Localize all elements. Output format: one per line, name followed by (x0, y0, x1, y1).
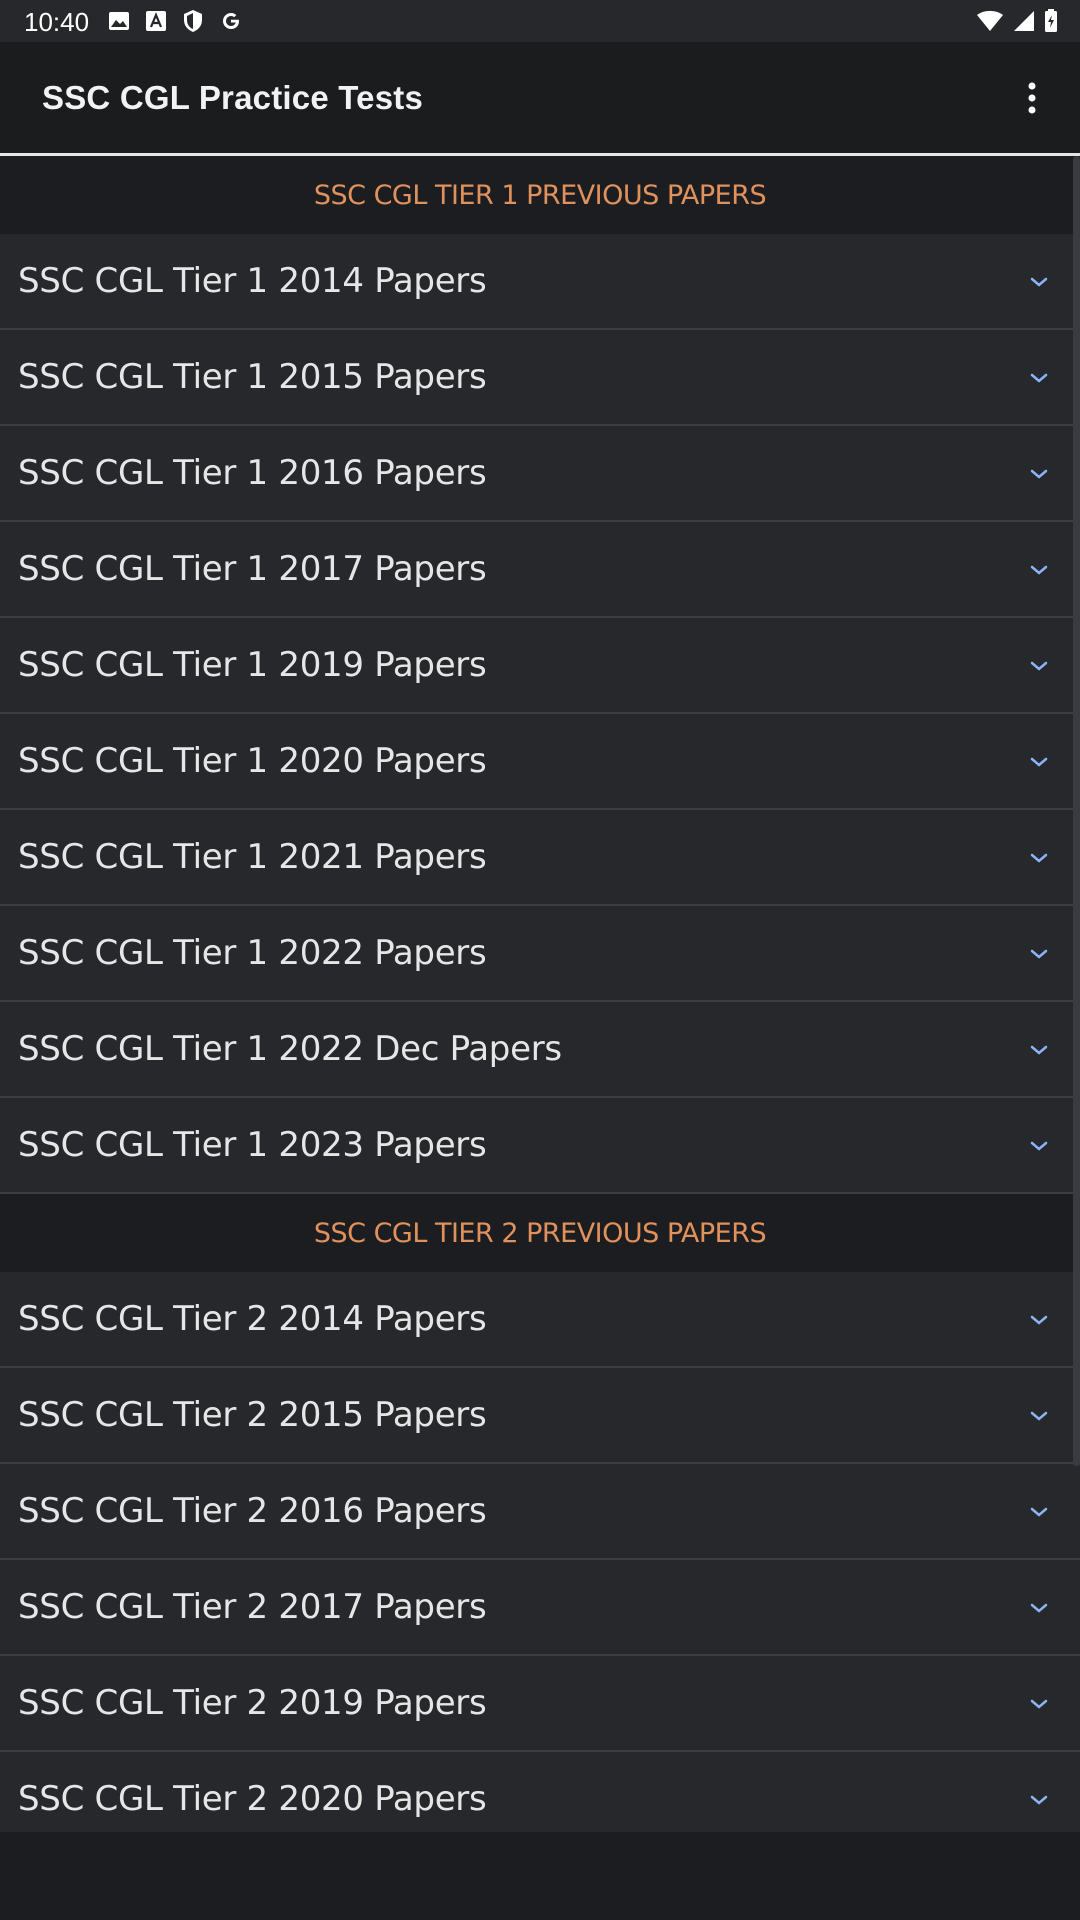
chevron-down-icon (1030, 1603, 1048, 1613)
chevron-down-icon (1030, 277, 1048, 287)
screen: 10:40 SSC CGL Practice Tests SSC CGL TIE… (0, 0, 1080, 1920)
list-item[interactable]: SSC CGL Tier 1 2020 Papers (0, 714, 1080, 810)
list-item[interactable]: SSC CGL Tier 1 2015 Papers (0, 330, 1080, 426)
list-item-label: SSC CGL Tier 2 2016 Papers (18, 1491, 487, 1531)
chevron-down-icon (1030, 1045, 1048, 1055)
papers-list: SSC CGL TIER 1 PREVIOUS PAPERS SSC CGL T… (0, 156, 1080, 1846)
list-item[interactable]: SSC CGL Tier 1 2022 Papers (0, 906, 1080, 1002)
chevron-down-icon (1030, 1141, 1048, 1151)
status-time: 10:40 (24, 7, 90, 37)
shield-icon (184, 10, 202, 32)
list-item[interactable]: SSC CGL Tier 2 2014 Papers (0, 1272, 1080, 1368)
list-item-label: SSC CGL Tier 1 2021 Papers (18, 837, 487, 877)
chevron-down-icon (1030, 1507, 1048, 1517)
list-item-label: SSC CGL Tier 2 2014 Papers (18, 1299, 487, 1339)
chevron-down-icon (1030, 373, 1048, 383)
list-item[interactable]: SSC CGL Tier 1 2014 Papers (0, 234, 1080, 330)
a-letter-icon (146, 11, 166, 31)
bottom-empty-area (0, 1832, 1080, 1920)
list-item[interactable]: SSC CGL Tier 2 2016 Papers (0, 1464, 1080, 1560)
list-item-label: SSC CGL Tier 1 2017 Papers (18, 549, 487, 589)
list-item[interactable]: SSC CGL Tier 1 2022 Dec Papers (0, 1002, 1080, 1098)
chevron-down-icon (1030, 1795, 1048, 1805)
chevron-down-icon (1030, 1315, 1048, 1325)
chevron-down-icon (1030, 565, 1048, 575)
list-item[interactable]: SSC CGL Tier 1 2021 Papers (0, 810, 1080, 906)
more-vert-icon (1028, 82, 1036, 114)
list-item-label: SSC CGL Tier 2 2015 Papers (18, 1395, 487, 1435)
list-item-label: SSC CGL Tier 1 2019 Papers (18, 645, 487, 685)
list-item-label: SSC CGL Tier 1 2015 Papers (18, 357, 487, 397)
status-bar: 10:40 (0, 0, 1080, 42)
list-item[interactable]: SSC CGL Tier 1 2019 Papers (0, 618, 1080, 714)
chevron-down-icon (1030, 469, 1048, 479)
chevron-down-icon (1030, 757, 1048, 767)
chevron-down-icon (1030, 949, 1048, 959)
chevron-down-icon (1030, 661, 1048, 671)
list-item-label: SSC CGL Tier 2 2019 Papers (18, 1683, 487, 1723)
signal-icon (1014, 11, 1034, 31)
list-item[interactable]: SSC CGL Tier 2 2019 Papers (0, 1656, 1080, 1752)
page-title: SSC CGL Practice Tests (42, 79, 423, 116)
chevron-down-icon (1030, 1411, 1048, 1421)
list-item-label: SSC CGL Tier 1 2020 Papers (18, 741, 487, 781)
list-item-label: SSC CGL Tier 1 2023 Papers (18, 1125, 487, 1165)
list-item-label: SSC CGL Tier 1 2022 Dec Papers (18, 1029, 562, 1069)
section-header-tier-2: SSC CGL TIER 2 PREVIOUS PAPERS (0, 1194, 1080, 1272)
list-item[interactable]: SSC CGL Tier 1 2016 Papers (0, 426, 1080, 522)
status-system-icons (967, 9, 1058, 33)
list-item[interactable]: SSC CGL Tier 1 2017 Papers (0, 522, 1080, 618)
list-item-label: SSC CGL Tier 1 2022 Papers (18, 933, 487, 973)
google-icon (223, 13, 239, 29)
list-item-label: SSC CGL Tier 1 2016 Papers (18, 453, 487, 493)
list-item[interactable]: SSC CGL Tier 2 2017 Papers (0, 1560, 1080, 1656)
status-notification-icons (108, 9, 258, 33)
app-bar: SSC CGL Practice Tests (0, 42, 1080, 154)
more-options-button[interactable] (984, 62, 1080, 134)
list-item[interactable]: SSC CGL Tier 2 2015 Papers (0, 1368, 1080, 1464)
section-header-tier-1: SSC CGL TIER 1 PREVIOUS PAPERS (0, 156, 1080, 234)
image-icon (109, 12, 129, 30)
list-item-label: SSC CGL Tier 1 2014 Papers (18, 261, 487, 301)
chevron-down-icon (1030, 853, 1048, 863)
list-item[interactable]: SSC CGL Tier 1 2023 Papers (0, 1098, 1080, 1194)
chevron-down-icon (1030, 1699, 1048, 1709)
wifi-icon (977, 10, 1003, 31)
battery-icon (1045, 9, 1057, 32)
scrollbar[interactable] (1073, 156, 1080, 1466)
list-item-label: SSC CGL Tier 2 2017 Papers (18, 1587, 487, 1627)
